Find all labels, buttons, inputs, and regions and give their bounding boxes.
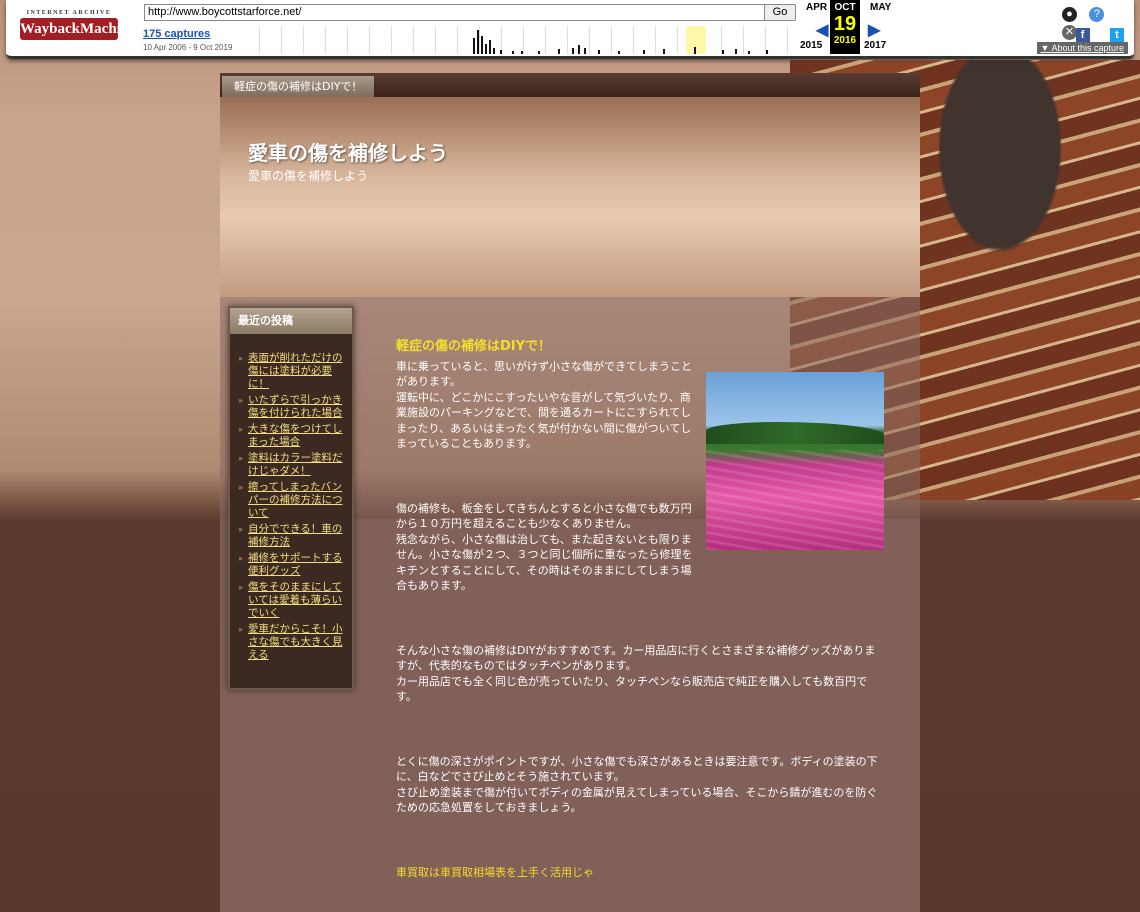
prev-month-link[interactable]: APR: [806, 2, 827, 13]
spark-bar: [489, 40, 491, 54]
next-month-link[interactable]: MAY: [870, 2, 891, 13]
recent-post-link[interactable]: 大きな傷をつけてしまった場合: [238, 423, 344, 449]
recent-post-link[interactable]: 補修をサポートする便利グッズ: [238, 552, 344, 578]
recent-post-link[interactable]: 表面が削れただけの傷には塗料が必要に！: [238, 352, 344, 391]
toolbar-icons: ● ? ✕: [1054, 4, 1124, 40]
article-footer-link[interactable]: 車買取は車買取相場表を上手く活用じゃ: [396, 865, 886, 881]
current-year: 2016: [833, 35, 857, 46]
spark-bar: [558, 49, 560, 54]
about-capture-link[interactable]: ▼ About this capture: [1036, 42, 1128, 54]
photo-field: [706, 450, 884, 550]
spark-bar: [500, 50, 502, 54]
captures-link[interactable]: 175 captures: [143, 28, 210, 40]
sidebar-title: 最近の投稿: [230, 308, 352, 334]
article-paragraph-2: 傷の補修も、板金をしてきちんとすると小さな傷でも数万円から１０万円を超えることも…: [396, 501, 693, 593]
next-year-link[interactable]: 2017: [864, 40, 886, 51]
next-arrow-icon[interactable]: ▶: [868, 20, 880, 40]
flower-field-photo: [706, 372, 884, 550]
site-subtitle: 愛車の傷を補修しよう: [248, 169, 369, 183]
article-paragraph-1: 車に乗っていると、思いがけず小さな傷ができてしまうことがあります。 運転中に、ど…: [396, 359, 693, 451]
article-paragraph-4: とくに傷の深さがポイントですが、小さな傷でも深さがあるときは要注意です。ボディの…: [396, 754, 878, 815]
prev-arrow-icon[interactable]: ◀: [816, 20, 828, 40]
recent-post-link[interactable]: 愛車だからこそ！小さな傷でも大きく見える: [238, 623, 344, 662]
facebook-icon[interactable]: f: [1075, 28, 1090, 42]
spark-bar: [473, 38, 475, 54]
site-header: 愛車の傷を補修しよう 愛車の傷を補修しよう: [220, 97, 920, 297]
logo-bottom-text: WaybackMachine: [20, 18, 136, 40]
social-icons: f t: [1060, 25, 1124, 43]
current-day: 19: [833, 13, 857, 35]
spark-bar: [493, 48, 495, 54]
url-input[interactable]: http://www.boycottstarforce.net/: [144, 4, 766, 21]
current-date-box: OCT 19 2016: [830, 0, 860, 54]
spark-bar: [722, 50, 724, 54]
spark-bar: [512, 51, 514, 54]
recent-posts-list: 表面が削れただけの傷には塗料が必要に！ いたずらで引っかき傷を付けられた場合 大…: [230, 352, 352, 662]
spark-bar: [572, 48, 574, 54]
user-icon[interactable]: ●: [1062, 7, 1077, 22]
current-month: OCT: [834, 2, 856, 13]
recent-posts-sidebar: 最近の投稿 表面が削れただけの傷には塗料が必要に！ いたずらで引っかき傷を付けら…: [228, 306, 354, 690]
site-title[interactable]: 愛車の傷を補修しよう: [248, 137, 448, 166]
twitter-icon[interactable]: t: [1110, 28, 1124, 42]
spark-bar: [694, 47, 696, 54]
spark-bar: [735, 49, 737, 54]
spark-bar: [477, 30, 479, 54]
photo-trees: [706, 422, 884, 444]
spark-bar: [766, 50, 768, 54]
wayback-toolbar: INTERNET ARCHIVE WaybackMachine http://w…: [6, 0, 1134, 59]
spark-bar: [663, 49, 665, 54]
logo-top-text: INTERNET ARCHIVE: [26, 10, 112, 16]
go-button[interactable]: Go: [764, 4, 796, 21]
spark-bar: [485, 44, 487, 54]
captures-sparkline[interactable]: [238, 26, 796, 54]
recent-post-link[interactable]: 擦ってしまったバンパーの補修方法について: [238, 481, 344, 520]
current-year-highlight: [686, 26, 706, 54]
calendar-nav: APR OCT 19 2016 MAY ◀ ▶ 2015 2017: [800, 0, 891, 54]
content-area: 最近の投稿 表面が削れただけの傷には塗料が必要に！ いたずらで引っかき傷を付けら…: [220, 297, 920, 912]
spark-bar: [481, 36, 483, 54]
spark-bar: [538, 51, 540, 54]
spark-bar: [748, 51, 750, 54]
about-capture-label: About this capture: [1051, 43, 1124, 53]
top-nav-bar: 軽症の傷の補修はDIYで！: [220, 73, 920, 97]
recent-post-link[interactable]: いたずらで引っかき傷を付けられた場合: [238, 394, 344, 420]
prev-year-link[interactable]: 2015: [800, 40, 822, 51]
recent-post-link[interactable]: 塗料はカラー塗料だけじゃダメ！: [238, 452, 344, 478]
spark-bar: [521, 51, 523, 54]
spark-bar: [598, 50, 600, 54]
spark-bar: [578, 45, 580, 54]
spark-bar: [584, 48, 586, 54]
spark-bar: [618, 51, 620, 54]
article-paragraph-3: そんな小さな傷の補修はDIYがおすすめです。カー用品店に行くとさまざまな補修グッ…: [396, 643, 876, 704]
article-title: 軽症の傷の補修はDIYで！: [396, 339, 552, 354]
wayback-logo[interactable]: INTERNET ARCHIVE WaybackMachine: [20, 10, 136, 48]
help-icon[interactable]: ?: [1089, 7, 1105, 22]
capture-date-range: 10 Apr 2006 - 9 Oct 2019: [143, 43, 233, 52]
recent-post-link[interactable]: 傷をそのままにしていては愛着も薄らいでいく: [238, 581, 344, 620]
recent-post-link[interactable]: 自分でできる！車の補修方法: [238, 523, 344, 549]
site-page: 軽症の傷の補修はDIYで！ 愛車の傷を補修しよう 愛車の傷を補修しよう 最近の投…: [220, 73, 920, 912]
spark-bar: [643, 50, 645, 54]
nav-tab-home[interactable]: 軽症の傷の補修はDIYで！: [222, 76, 375, 97]
